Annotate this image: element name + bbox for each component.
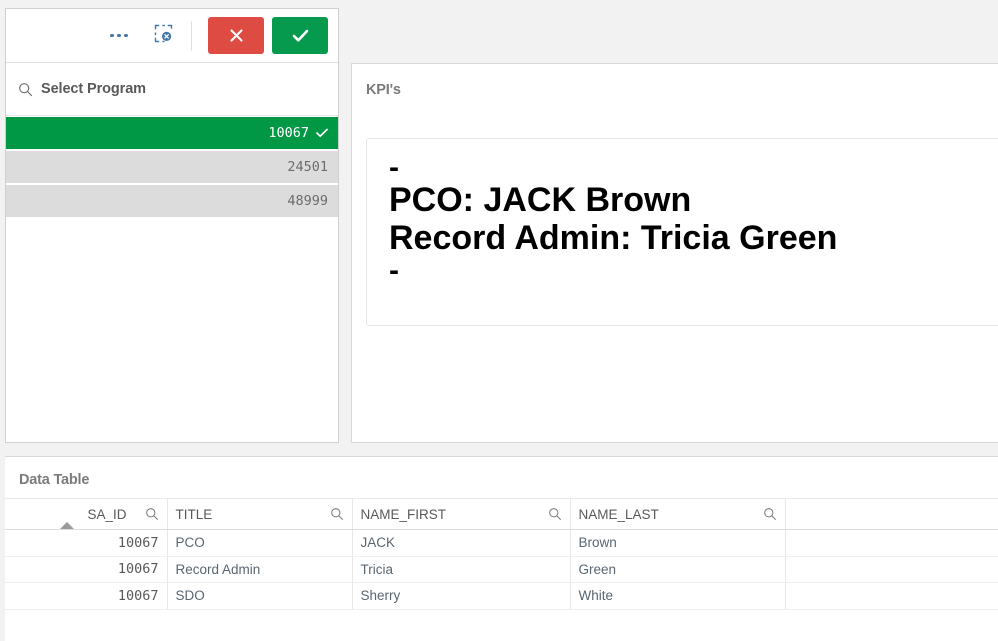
- listbox-search-field[interactable]: Select Program: [6, 63, 338, 116]
- kpi-line-3: Record Admin: Tricia Green: [389, 219, 838, 258]
- column-header-sa-id[interactable]: SA_ID: [5, 498, 168, 530]
- list-item[interactable]: 48999: [6, 185, 338, 217]
- kpi-panel: KPI's - PCO: JACK Brown Record Admin: Tr…: [351, 63, 998, 443]
- cell-name-last[interactable]: Green: [570, 556, 786, 583]
- list-item-value: 48999: [287, 193, 328, 209]
- cell-title[interactable]: Record Admin: [167, 556, 353, 583]
- table-row[interactable]: 10067 PCO JACK Brown: [5, 529, 998, 557]
- cell-name-first[interactable]: JACK: [352, 529, 571, 557]
- kpi-line-2: PCO: JACK Brown: [389, 180, 692, 219]
- list-item-value: 10067: [268, 125, 309, 141]
- kpi-line-4: -: [389, 254, 399, 287]
- column-header-name-last[interactable]: NAME_LAST: [570, 498, 786, 530]
- cell-title[interactable]: PCO: [167, 529, 353, 557]
- column-header-title[interactable]: TITLE: [167, 498, 353, 530]
- search-icon[interactable]: [330, 507, 344, 521]
- search-icon[interactable]: [145, 507, 159, 521]
- data-table-panel: Data Table SA_ID TITLE NAME_FIRST NAME_L…: [5, 456, 998, 641]
- column-header-label: NAME_FIRST: [360, 506, 447, 522]
- more-options-button[interactable]: [97, 17, 141, 55]
- cancel-selection-button[interactable]: [208, 17, 264, 54]
- toolbar-divider: [191, 20, 192, 51]
- table-row[interactable]: 10067 SDO Sherry White: [5, 582, 998, 610]
- cell-name-first[interactable]: Sherry: [352, 582, 571, 610]
- cell-sa-id[interactable]: 10067: [5, 529, 168, 557]
- program-listbox[interactable]: 10067 24501 48999: [6, 116, 338, 442]
- column-header-label: NAME_LAST: [578, 506, 659, 522]
- kpi-text-object[interactable]: - PCO: JACK Brown Record Admin: Tricia G…: [366, 138, 998, 326]
- confirm-selection-button[interactable]: [272, 17, 328, 54]
- check-icon: [291, 27, 310, 44]
- selection-toolbar: [6, 9, 338, 63]
- clear-selections-button[interactable]: [141, 17, 185, 55]
- cell-name-last[interactable]: White: [570, 582, 786, 610]
- cell-sa-id[interactable]: 10067: [5, 556, 168, 583]
- cell-blank[interactable]: [785, 556, 998, 583]
- kpi-panel-title: KPI's: [366, 82, 401, 98]
- cell-title[interactable]: SDO: [167, 582, 353, 610]
- cell-sa-id[interactable]: 10067: [5, 582, 168, 610]
- cell-name-first[interactable]: Tricia: [352, 556, 571, 583]
- search-icon[interactable]: [548, 507, 562, 521]
- column-header-name-first[interactable]: NAME_FIRST: [352, 498, 571, 530]
- list-item[interactable]: 10067: [6, 117, 338, 149]
- column-header-label: TITLE: [175, 506, 213, 522]
- cell-blank[interactable]: [785, 582, 998, 610]
- column-header-blank[interactable]: [785, 498, 998, 530]
- selection-panel: Select Program 10067 24501 48999: [5, 8, 339, 443]
- close-x-icon: [228, 27, 245, 44]
- ellipsis-icon: [110, 33, 128, 38]
- list-item[interactable]: 24501: [6, 151, 338, 183]
- search-icon: [18, 82, 33, 97]
- clear-selections-icon: [154, 24, 173, 48]
- kpi-line-1: -: [389, 151, 399, 184]
- list-item-value: 24501: [287, 159, 328, 175]
- column-header-label: SA_ID: [87, 506, 127, 522]
- table-header-row: SA_ID TITLE NAME_FIRST NAME_LAST: [5, 498, 998, 530]
- cell-name-last[interactable]: Brown: [570, 529, 786, 557]
- data-table: SA_ID TITLE NAME_FIRST NAME_LAST 10067 P…: [5, 498, 998, 610]
- data-table-title: Data Table: [19, 472, 90, 488]
- cell-blank[interactable]: [785, 529, 998, 557]
- check-icon: [316, 128, 328, 138]
- sort-ascending-indicator: [60, 522, 74, 529]
- table-row[interactable]: 10067 Record Admin Tricia Green: [5, 556, 998, 583]
- search-icon[interactable]: [763, 507, 777, 521]
- listbox-search-placeholder: Select Program: [41, 81, 146, 97]
